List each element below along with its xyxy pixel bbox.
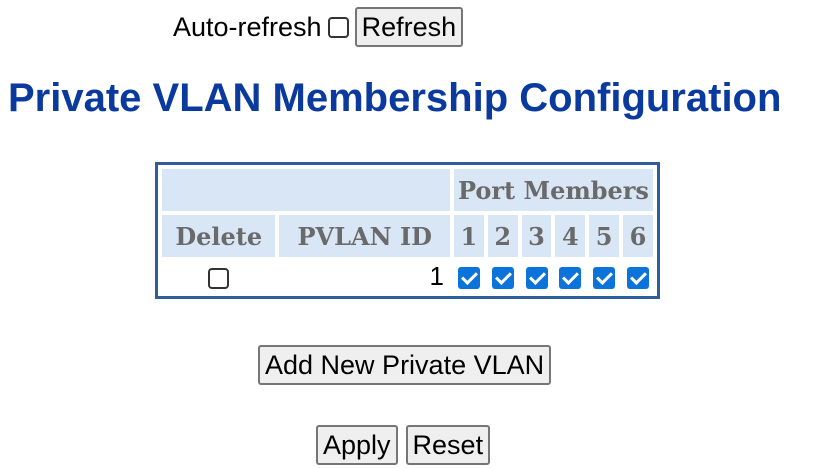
add-new-wrapper: Add New Private VLAN — [258, 345, 552, 385]
port-column-header: 4 — [555, 215, 586, 257]
auto-refresh-label: Auto-refresh — [173, 11, 322, 42]
refresh-bar: Auto-refresh Refresh — [173, 6, 464, 48]
port-member-checkbox[interactable] — [525, 267, 548, 290]
delete-cell — [162, 261, 275, 292]
reset-button[interactable]: Reset — [405, 425, 491, 465]
port-member-cell — [589, 261, 619, 292]
port-member-checkbox[interactable] — [491, 267, 514, 290]
port-member-cell — [454, 261, 484, 292]
page-title: Private VLAN Membership Configuration — [8, 76, 782, 120]
form-actions: Apply Reset — [316, 425, 491, 465]
refresh-button[interactable]: Refresh — [354, 7, 464, 47]
port-member-checkbox[interactable] — [457, 267, 480, 290]
port-member-cell — [623, 261, 653, 292]
pvlan-membership-table: Port Members Delete PVLAN ID 1 2 3 4 5 6… — [155, 162, 660, 299]
port-members-header: Port Members — [454, 169, 653, 211]
port-member-checkbox[interactable] — [627, 267, 649, 290]
port-member-checkbox[interactable] — [559, 267, 582, 290]
auto-refresh-checkbox[interactable] — [327, 16, 349, 38]
port-member-cell — [522, 261, 552, 292]
port-column-header: 3 — [521, 215, 552, 257]
port-member-cell — [555, 261, 585, 292]
pvlan-id-column-header: PVLAN ID — [279, 215, 450, 257]
add-new-private-vlan-button[interactable]: Add New Private VLAN — [258, 345, 552, 385]
port-column-header: 2 — [487, 215, 518, 257]
port-member-checkbox[interactable] — [593, 267, 616, 290]
port-member-cell — [488, 261, 518, 292]
port-column-header: 6 — [623, 215, 653, 257]
table-row: 1 — [162, 261, 653, 292]
table-header-row-top: Port Members — [162, 169, 653, 211]
delete-column-header: Delete — [162, 215, 276, 257]
delete-checkbox[interactable] — [208, 267, 230, 289]
port-column-header: 5 — [589, 215, 620, 257]
pvlan-id-cell: 1 — [429, 261, 444, 291]
apply-button[interactable]: Apply — [316, 425, 398, 465]
table-header-row-columns: Delete PVLAN ID 1 2 3 4 5 6 — [162, 215, 653, 257]
header-empty-cell — [162, 169, 450, 211]
port-column-header: 1 — [454, 215, 484, 257]
